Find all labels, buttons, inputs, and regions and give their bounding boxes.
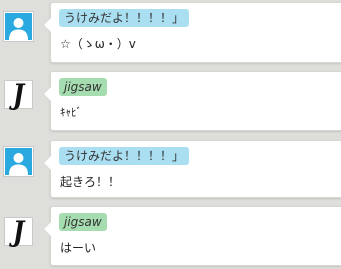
username-tag[interactable]: jigsaw [59,213,107,231]
message-text: 起きろ！！ [60,175,121,189]
message-text: はーい [60,241,97,255]
message-item: J jigsaw ｷｬﾋﾞ [0,65,341,131]
username-tag[interactable]: jigsaw [59,78,107,96]
jigsaw-logo-icon[interactable]: J [4,217,33,246]
message-bubble: jigsaw ｷｬﾋﾞ [43,71,341,131]
message-item: うけみだよ！！！！」 ☆（ゝω・）v [0,0,341,65]
message-item: J jigsaw はーい [0,202,341,269]
message-text: ｷｬﾋﾞ [60,106,82,119]
default-user-icon[interactable] [4,147,33,176]
message-bubble: jigsaw はーい [43,206,341,266]
username-tag[interactable]: うけみだよ！！！！」 [59,147,190,165]
message-feed: うけみだよ！！！！」 ☆（ゝω・）v J jigsaw ｷｬﾋﾞ うけみだよ！！… [0,0,341,269]
message-text: ☆（ゝω・）v [60,37,136,51]
jigsaw-logo-icon[interactable]: J [4,80,33,109]
message-bubble: うけみだよ！！！！」 ☆（ゝω・）v [43,2,341,63]
message-item: うけみだよ！！！！」 起きろ！！ [0,135,341,200]
default-user-icon[interactable] [4,12,33,41]
message-bubble: うけみだよ！！！！」 起きろ！！ [43,140,341,198]
username-tag[interactable]: うけみだよ！！！！」 [59,9,190,27]
